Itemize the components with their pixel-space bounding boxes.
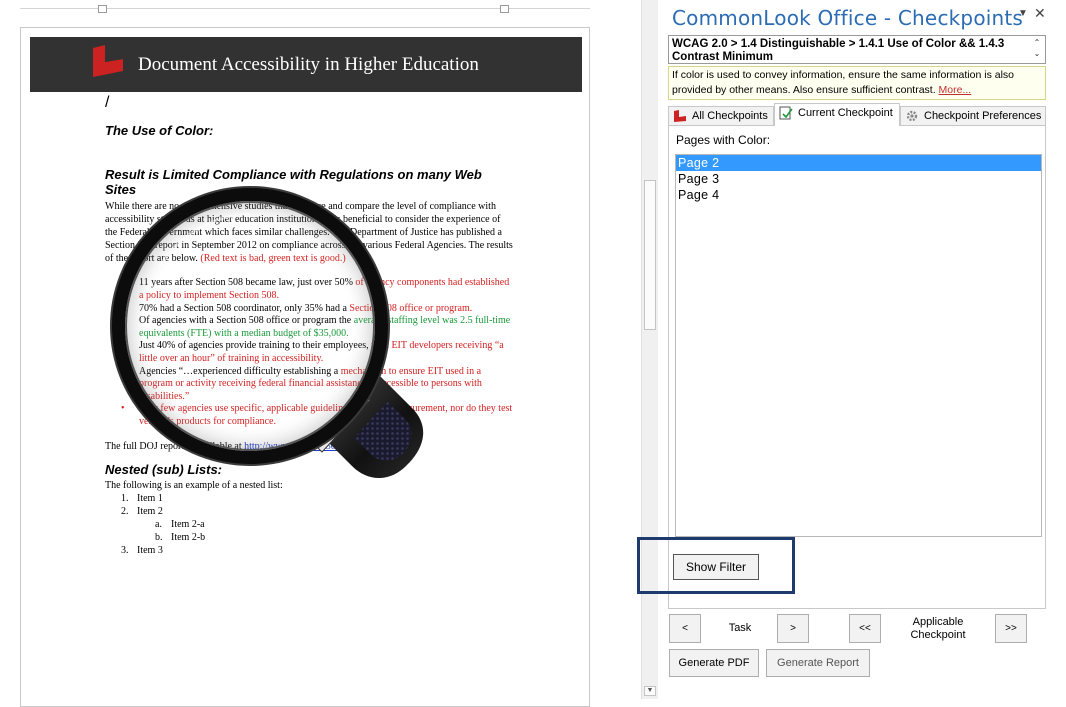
gear-icon [906,110,918,122]
commonlook-logo-icon [93,45,123,77]
checkpoint-selector[interactable]: WCAG 2.0 > 1.4 Distinguishable > 1.4.1 U… [668,35,1046,64]
full-report-paragraph: The full DOJ report is available at http… [105,440,412,452]
document-scrollbar[interactable]: ▼ [641,0,658,699]
commonlook-logo-icon [674,109,686,122]
tab-all-checkpoints[interactable]: All Checkpoints [668,106,774,126]
next-checkpoint-button[interactable]: >> [995,614,1027,643]
close-icon[interactable]: ✕ [1034,5,1046,22]
checkpoint-spinner[interactable]: ⌃ ⌄ [1030,37,1044,62]
ruler-marker[interactable] [98,5,107,13]
list-item: • Of agencies with a Section 508 office o… [121,315,511,339]
document-page[interactable]: Document Accessibility in Higher Educati… [20,27,590,707]
prev-task-button[interactable]: < [669,614,701,643]
list-item[interactable]: Page 4 [676,187,1041,203]
checkpoint-label: Applicable Checkpoint [910,616,966,641]
pages-label: Pages with Color: [676,133,771,147]
document-check-icon [779,106,793,120]
task-label: Task [728,622,752,634]
tab-current-checkpoint[interactable]: Current Checkpoint [774,103,900,126]
show-filter-button[interactable]: Show Filter [673,554,759,580]
list-item: • Agencies “…experienced difficulty estab… [121,365,482,402]
bullet-icon: • [121,340,125,352]
bullet-icon: • [121,403,125,415]
nested-list: 1. Item 1 2. Item 2 a. Item 2-a b. Item 2-b … [121,492,515,557]
text-cursor: / [105,94,110,111]
generate-pdf-button[interactable]: Generate PDF [669,649,759,677]
list-item: • Very few agencies use specific, applica… [121,403,513,427]
list-item[interactable]: Page 2 [676,155,1041,171]
scroll-down-arrow-icon[interactable]: ▼ [644,686,656,696]
findings-list: • 11 years after Section 508 became law, … [121,277,515,428]
bullet-icon: • [121,302,125,314]
bullet-icon: • [121,365,125,377]
bullet-icon: • [121,277,125,289]
ruler-marker[interactable] [500,5,509,13]
sub-list-item: b. Item 2-b [155,531,206,543]
checkpoints-panel: CommonLook Office - Checkpoints ▼ ✕ WCAG… [658,0,1066,699]
checkpoint-description: If color is used to convey information, … [668,66,1046,100]
intro-paragraph: While there are no comprehensive studies… [105,200,515,265]
more-link[interactable]: More... [939,84,972,96]
bullet-icon: • [121,315,125,327]
generate-report-button[interactable]: Generate Report [766,649,870,677]
document-area: Document Accessibility in Higher Educati… [0,0,640,707]
list-item: 2. Item 2 [121,505,163,517]
list-item: • 70% had a Section 508 coordinator, only… [121,302,473,314]
nested-intro: The following is an example of a nested … [105,479,283,491]
heading-use-of-color: The Use of Color: [105,123,214,138]
document-body[interactable]: The Use of Color: Result is Limited Comp… [105,123,515,557]
banner-title: Document Accessibility in Higher Educati… [138,54,479,75]
pages-list[interactable]: Page 2 Page 3 Page 4 [675,154,1042,537]
list-item[interactable]: Page 3 [676,171,1041,187]
doj-report-link[interactable]: http://www.ada.gov/508/508_Report.htm [244,441,409,452]
list-item: • Just 40% of agencies provide training t… [121,340,504,365]
next-task-button[interactable]: > [777,614,809,643]
panel-title: CommonLook Office - Checkpoints [672,6,1024,30]
list-item: • 11 years after Section 508 became law, … [121,277,510,302]
ruler [20,0,590,13]
document-banner: Document Accessibility in Higher Educati… [30,37,582,92]
chevron-down-icon[interactable]: ⌄ [1030,48,1044,59]
heading-nested-lists: Nested (sub) Lists: [105,461,223,477]
list-item: 1. Item 1 [121,492,163,504]
tab-checkpoint-preferences[interactable]: Checkpoint Preferences [900,106,1046,126]
scrollbar-thumb[interactable] [644,180,656,330]
prev-checkpoint-button[interactable]: << [849,614,881,643]
intro-red-note: (Red text is bad, green text is good.) [200,253,346,265]
dropdown-triangle-icon[interactable]: ▼ [1018,8,1028,19]
heading-result: Result is Limited Compliance with Regula… [105,167,482,197]
panel-tabs: All Checkpoints Current Checkpoint Check… [668,103,1046,126]
list-item: 3. Item 3 [121,544,163,556]
checkpoint-path: WCAG 2.0 > 1.4 Distinguishable > 1.4.1 U… [672,38,1005,63]
chevron-up-icon[interactable]: ⌃ [1030,37,1044,48]
sub-list-item: a. Item 2-a [155,518,205,530]
